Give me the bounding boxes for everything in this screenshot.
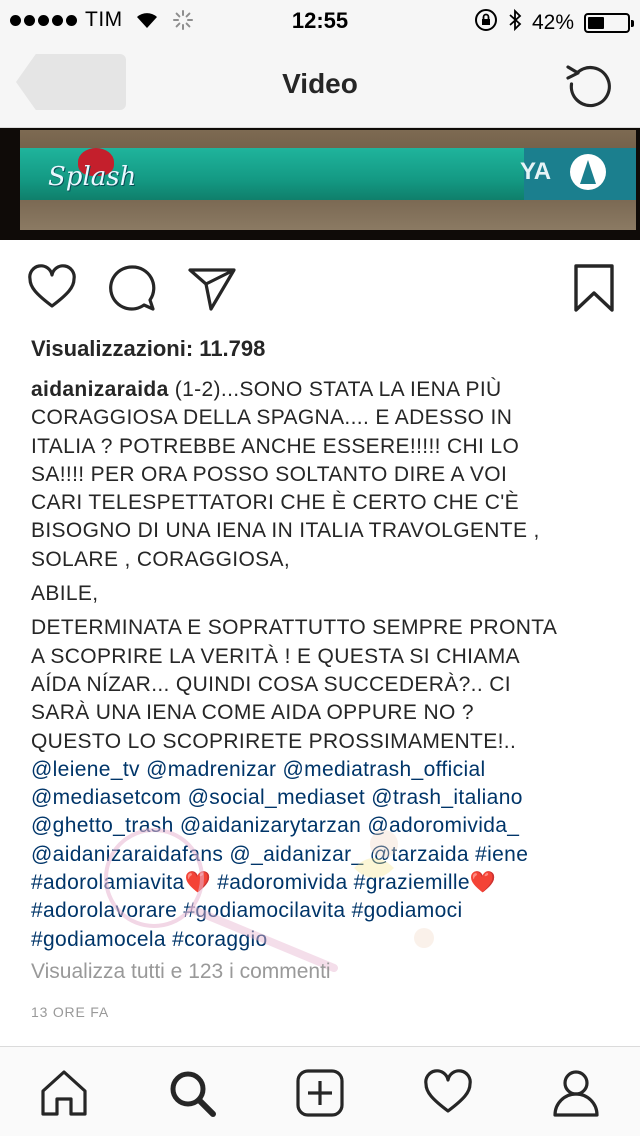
caption-line: ABILE, xyxy=(31,582,99,606)
caption-line: aidanizaraida (1-2)...SONO STATA LA IENA… xyxy=(31,378,502,401)
hashtag-link[interactable]: #iene xyxy=(475,843,528,866)
caption-line: QUESTO LO SCOPRIRETE PROSSIMAMENTE!.. xyxy=(31,729,517,753)
bluetooth-icon xyxy=(508,8,522,38)
paper-plane-icon[interactable] xyxy=(186,262,238,314)
hashtag-link[interactable]: #graziemille xyxy=(354,871,470,894)
caption-tags-line: #godiamocela #coraggio xyxy=(31,926,615,954)
caption-tags-line: @aidanizaraidafans @_aidanizar_ @tarzaid… xyxy=(31,841,615,869)
mention-link[interactable]: @mediatrash_official xyxy=(282,758,485,781)
post-actions xyxy=(0,258,640,322)
caption-line: DETERMINATA E SOPRATTUTTO SEMPRE PRONTA xyxy=(31,616,558,640)
caption-tags-line: @leiene_tv @madrenizar @mediatrash_offic… xyxy=(31,756,615,784)
refresh-icon[interactable] xyxy=(562,56,618,112)
mention-link[interactable]: @ghetto_trash xyxy=(31,814,174,837)
caption-line: A SCOPRIRE LA VERITÀ ! E QUESTA SI CHIAM… xyxy=(31,644,520,668)
home-icon[interactable] xyxy=(38,1067,90,1119)
mention-link[interactable]: @_aidanizar_ xyxy=(229,843,363,866)
caption-line: SOLARE , CORAGGIOSA, xyxy=(31,547,291,571)
orientation-lock-icon xyxy=(474,8,498,38)
video-frame: Splash YA xyxy=(20,130,636,230)
caption-line: AÍDA NÍZAR... QUINDI COSA SUCCEDERÀ?.. C… xyxy=(31,672,511,696)
status-right: 42% xyxy=(474,8,634,38)
navigation-header: Video xyxy=(0,40,640,128)
search-icon[interactable] xyxy=(166,1067,218,1119)
red-heart-emoji: ❤️ xyxy=(469,871,497,895)
mention-link[interactable]: @tarzaida xyxy=(370,843,469,866)
bottom-tab-bar xyxy=(0,1046,640,1136)
caption-line: ITALIA ? POTREBBE ANCHE ESSERE!!!!! CHI … xyxy=(31,434,520,458)
post-timestamp: 13 ORE FA xyxy=(31,1004,110,1020)
view-all-comments-link[interactable]: Visualizza tutti e 123 i commenti xyxy=(31,960,331,984)
caption-line: CORAGGIOSA DELLA SPAGNA.... E ADESSO IN xyxy=(31,406,513,430)
caption-tags-line: #adorolamiavita❤️ #adoromivida #graziemi… xyxy=(31,869,615,897)
hashtag-link[interactable]: #godiamocela xyxy=(31,928,166,951)
caption-line: SA!!!! PER ORA POSSO SOLTANTO DIRE A VOI xyxy=(31,462,508,486)
heart-outline-icon[interactable] xyxy=(26,262,78,314)
channel-logo-icon xyxy=(570,154,606,190)
caption-tags-line: @ghetto_trash @aidanizarytarzan @adoromi… xyxy=(31,812,615,840)
red-heart-emoji: ❤️ xyxy=(184,871,212,895)
hashtag-link[interactable]: #godiamocilavita xyxy=(183,899,345,922)
hashtag-link[interactable]: #coraggio xyxy=(172,928,267,951)
hashtag-link[interactable]: #godiamoci xyxy=(352,899,463,922)
heart-activity-icon[interactable] xyxy=(422,1067,474,1119)
battery-icon xyxy=(584,13,634,33)
mention-link[interactable]: @aidanizaraidafans xyxy=(31,843,223,866)
comment-bubble-icon[interactable] xyxy=(106,262,158,314)
mention-link[interactable]: @mediasetcom xyxy=(31,786,181,809)
status-bar: TIM 12:55 42% xyxy=(0,0,640,40)
caption-tags-line: @mediasetcom @social_mediaset @trash_ita… xyxy=(31,784,615,812)
hashtag-link[interactable]: #adorolamiavita xyxy=(31,871,185,894)
bookmark-icon[interactable] xyxy=(568,262,620,314)
mention-link[interactable]: @social_mediaset xyxy=(188,786,366,809)
video-player[interactable]: Splash YA xyxy=(0,128,640,240)
caption-line: BISOGNO DI UNA IENA IN ITALIA TRAVOLGENT… xyxy=(31,519,540,543)
caption-username[interactable]: aidanizaraida xyxy=(31,378,169,401)
mention-link[interactable]: @aidanizarytarzan xyxy=(180,814,361,837)
battery-level-fill xyxy=(588,17,604,29)
battery-percent: 42% xyxy=(531,11,574,34)
caption-tags-line: #adorolavorare #godiamocilavita #godiamo… xyxy=(31,897,615,925)
hashtag-link[interactable]: #adoromivida xyxy=(217,871,347,894)
mention-link[interactable]: @leiene_tv xyxy=(31,758,140,781)
page-title: Video xyxy=(282,68,358,99)
mention-link[interactable]: @trash_italiano xyxy=(371,786,522,809)
hashtag-link[interactable]: #adorolavorare xyxy=(31,899,177,922)
post-caption: aidanizaraida (1-2)...SONO STATA LA IENA… xyxy=(31,376,615,954)
profile-icon[interactable] xyxy=(550,1067,602,1119)
mention-link[interactable]: @madrenizar xyxy=(146,758,276,781)
show-logo-text: Splash xyxy=(48,162,137,192)
channel-logo-text: YA xyxy=(520,158,552,185)
mention-link[interactable]: @adoromivida_ xyxy=(367,814,519,837)
caption-line: SARÀ UNA IENA COME AIDA OPPURE NO ? xyxy=(31,701,474,725)
caption-line: CARI TELESPETTATORI CHE È CERTO CHE C'È xyxy=(31,491,519,515)
add-post-icon[interactable] xyxy=(294,1067,346,1119)
views-count: Visualizzazioni: 11.798 xyxy=(31,336,266,361)
